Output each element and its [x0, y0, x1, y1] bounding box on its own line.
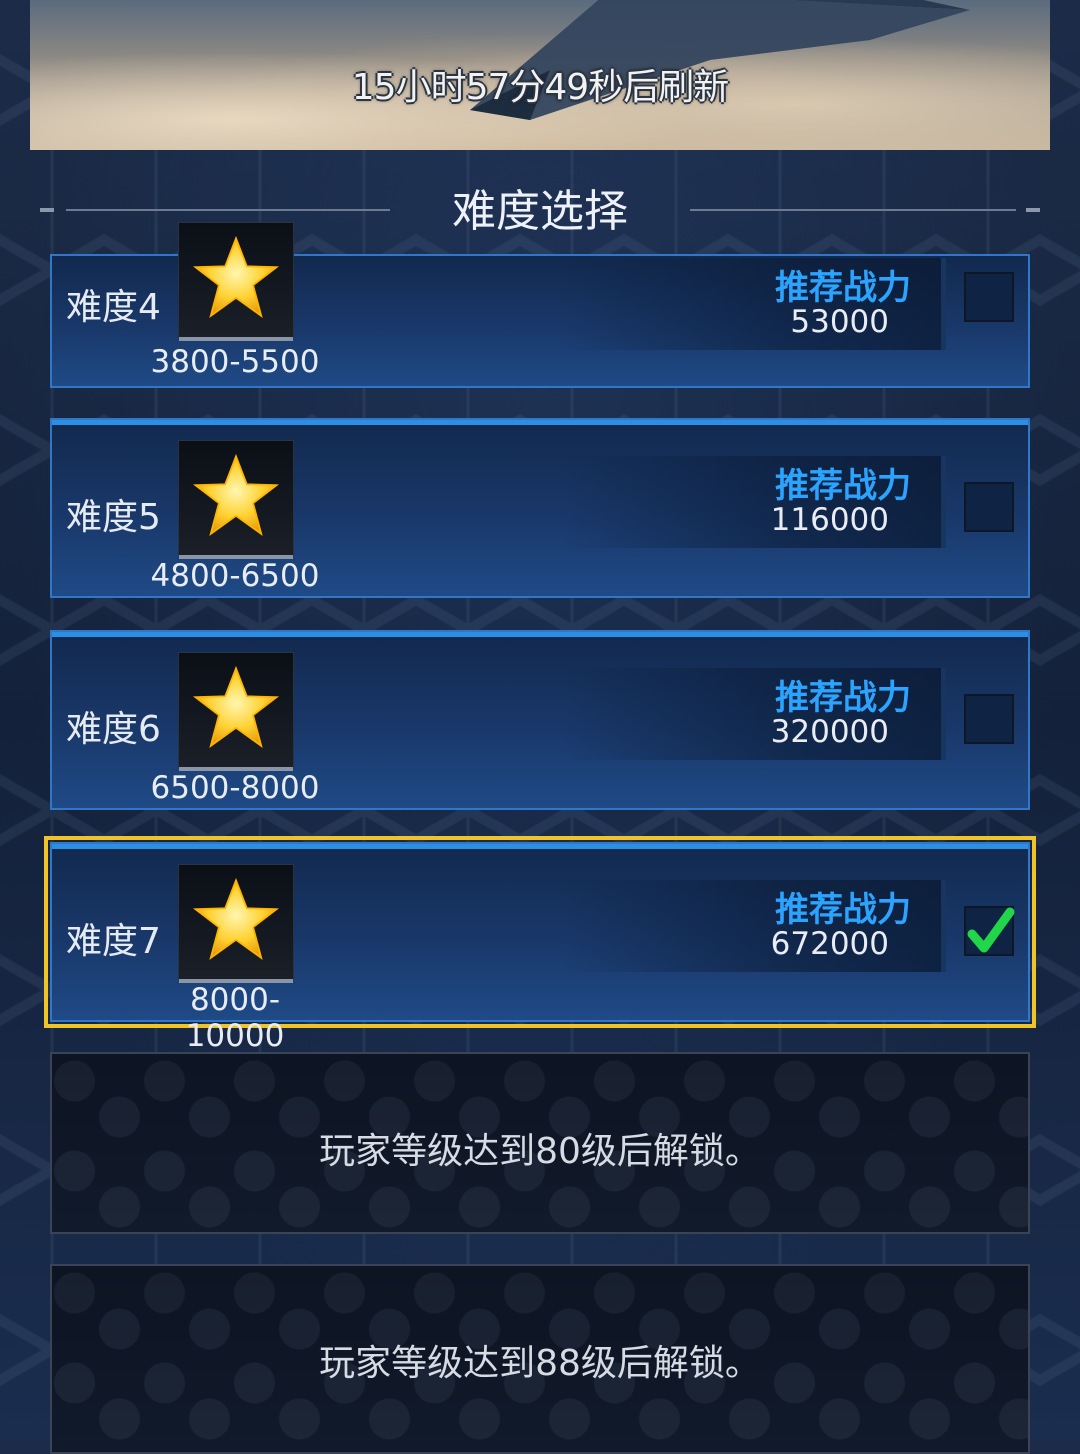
- select-checkbox[interactable]: [964, 482, 1014, 532]
- title-dash-right: [1026, 208, 1040, 212]
- star-icon: [192, 665, 280, 748]
- refresh-timer: 15小时57分49秒后刷新: [351, 67, 729, 108]
- unlock-requirement: 玩家等级达到88级后解锁。: [319, 1343, 761, 1384]
- star-box: [178, 440, 294, 559]
- recommended-power-title: 推荐战力: [775, 890, 911, 930]
- recommended-power-value: 53000: [790, 304, 889, 340]
- select-checkbox[interactable]: [964, 694, 1014, 744]
- power-panel: 推荐战力 53000: [561, 258, 946, 350]
- section-header: 难度选择: [0, 182, 1080, 242]
- section-title: 难度选择: [452, 186, 628, 237]
- difficulty-row-4[interactable]: 难度4 3800-5500 推荐战力 53000: [50, 222, 1030, 388]
- recommended-power-title: 推荐战力: [775, 268, 911, 308]
- score-range: 6500-8000: [150, 770, 320, 806]
- select-checkbox[interactable]: [964, 272, 1014, 322]
- star-icon: [192, 877, 280, 960]
- row-top-bar: [52, 632, 1028, 637]
- difficulty-label: 难度6: [66, 709, 161, 750]
- locked-difficulty-row: 玩家等级达到80级后解锁。: [50, 1052, 1030, 1234]
- locked-difficulty-row: 玩家等级达到88级后解锁。: [50, 1264, 1030, 1454]
- difficulty-row-6[interactable]: 难度6 6500-8000 推荐战力 320000: [50, 630, 1030, 810]
- difficulty-row-7[interactable]: 难度7 8000-10000 推荐战力 672000: [44, 836, 1036, 1054]
- power-panel: 推荐战力 116000: [561, 456, 946, 548]
- row-top-bar: [52, 844, 1028, 849]
- difficulty-row-5[interactable]: 难度5 4800-6500 推荐战力 116000: [50, 418, 1030, 598]
- power-panel: 推荐战力 672000: [561, 880, 946, 972]
- difficulty-label: 难度5: [66, 497, 161, 538]
- event-banner: 15小时57分49秒后刷新: [30, 0, 1050, 150]
- unlock-requirement: 玩家等级达到80级后解锁。: [319, 1131, 761, 1172]
- star-box: [178, 222, 294, 341]
- title-line-right: [690, 209, 1016, 211]
- score-range: 8000-10000: [185, 982, 285, 1054]
- star-rail: [179, 337, 293, 341]
- recommended-power-value: 320000: [770, 714, 889, 750]
- star-box: [178, 864, 294, 983]
- recommended-power-title: 推荐战力: [775, 678, 911, 718]
- star-icon: [192, 453, 280, 536]
- difficulty-label: 难度4: [66, 287, 161, 328]
- difficulty-label: 难度7: [66, 921, 161, 962]
- select-checkbox-checked[interactable]: [964, 906, 1015, 956]
- score-range: 4800-6500: [150, 558, 320, 594]
- star-box: [178, 652, 294, 771]
- recommended-power-value: 116000: [770, 502, 889, 538]
- recommended-power-title: 推荐战力: [775, 466, 911, 506]
- star-icon: [192, 235, 280, 318]
- row-top-bar: [52, 420, 1028, 425]
- power-panel: 推荐战力 320000: [561, 668, 946, 760]
- score-range: 3800-5500: [150, 344, 320, 380]
- recommended-power-value: 672000: [770, 926, 889, 962]
- checkmark-icon: [967, 907, 1015, 953]
